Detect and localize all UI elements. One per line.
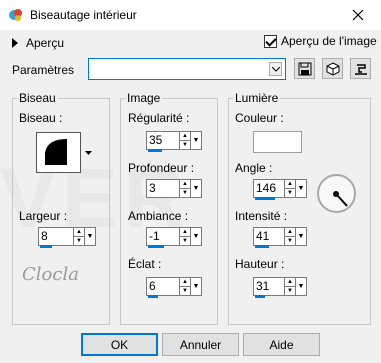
preview-toggle[interactable]: Aperçu: [12, 36, 64, 50]
cancel-button[interactable]: Annuler: [162, 333, 239, 356]
close-button[interactable]: [335, 0, 381, 30]
depth-label: Profondeur :: [128, 161, 195, 175]
close-icon: [352, 9, 364, 21]
angle-input[interactable]: 146: [253, 179, 285, 200]
smoothness-stepper[interactable]: 35 ▲ ▼ ▼: [146, 131, 202, 152]
width-slider-button[interactable]: ▼: [85, 227, 96, 246]
help-button[interactable]: Aide: [243, 333, 320, 356]
preview-label: Aperçu: [26, 36, 65, 50]
depth-spin-buttons[interactable]: ▲ ▼: [180, 179, 191, 198]
width-stepper[interactable]: 8 ▲ ▼ ▼: [38, 227, 96, 248]
intensity-slider-button[interactable]: ▼: [296, 227, 307, 246]
title-bar: Biseautage intérieur: [0, 0, 381, 30]
save-preset-button[interactable]: [294, 58, 315, 79]
ambience-slider-button[interactable]: ▼: [191, 227, 202, 246]
intensity-input[interactable]: 41: [253, 227, 285, 248]
depth-input[interactable]: 3: [146, 179, 180, 198]
chevron-down-icon[interactable]: [269, 62, 282, 76]
elevation-label: Hauteur :: [235, 257, 285, 271]
light-group-title: Lumière: [233, 91, 281, 105]
smoothness-slider-button[interactable]: ▼: [191, 131, 202, 150]
ambience-value: -1: [149, 229, 160, 243]
reset-icon: [354, 63, 367, 75]
shininess-stepper[interactable]: 6 ▲ ▼ ▼: [146, 277, 202, 298]
depth-slider-button[interactable]: ▼: [191, 179, 202, 198]
intensity-value: 41: [256, 229, 270, 243]
smoothness-label: Régularité :: [128, 111, 190, 125]
shininess-slider-button[interactable]: ▼: [191, 277, 202, 296]
width-spin-buttons[interactable]: ▲ ▼: [74, 227, 85, 246]
elevation-stepper[interactable]: 31 ▲ ▼ ▼: [253, 277, 307, 298]
intensity-spin-buttons[interactable]: ▲ ▼: [285, 227, 296, 246]
angle-dial-needle-icon: [333, 191, 348, 207]
presets-dropdown[interactable]: [88, 58, 286, 80]
intensity-label: Intensité :: [235, 209, 288, 223]
elevation-input[interactable]: 31: [253, 277, 285, 298]
angle-spin-buttons[interactable]: ▲ ▼: [285, 179, 296, 198]
preview-image-checkbox[interactable]: Aperçu de l'image: [264, 34, 377, 48]
color-label: Couleur :: [235, 111, 284, 125]
ok-button[interactable]: OK: [81, 333, 158, 356]
light-color-swatch[interactable]: [253, 131, 302, 153]
elevation-value: 31: [256, 279, 270, 293]
angle-value: 146: [256, 181, 277, 195]
elevation-slider-button[interactable]: ▼: [296, 277, 307, 296]
bevel-dropdown-button[interactable]: [81, 132, 95, 173]
bevel-label: Biseau :: [19, 111, 63, 125]
ambience-stepper[interactable]: -1 ▲ ▼ ▼: [146, 227, 202, 248]
save-icon: [298, 62, 311, 75]
random-button[interactable]: [322, 58, 343, 79]
presets-label: Paramètres: [12, 63, 75, 77]
dice-icon: [326, 61, 339, 76]
width-input[interactable]: 8: [38, 227, 74, 248]
window-title: Biseautage intérieur: [30, 8, 137, 22]
smoothness-value: 35: [149, 133, 163, 147]
dialog-window: VER Clocla Biseautage intérieur Aperçu A…: [0, 0, 381, 363]
smoothness-spin-buttons[interactable]: ▲ ▼: [180, 131, 191, 150]
angle-stepper[interactable]: 146 ▲ ▼ ▼: [253, 179, 307, 200]
elevation-spin-buttons[interactable]: ▲ ▼: [285, 277, 296, 296]
ambience-label: Ambiance :: [128, 209, 189, 223]
shininess-input[interactable]: 6: [146, 277, 180, 298]
intensity-stepper[interactable]: 41 ▲ ▼ ▼: [253, 227, 307, 248]
angle-slider-button[interactable]: ▼: [296, 179, 307, 198]
bevel-shape-preview[interactable]: [36, 132, 81, 173]
width-label: Largeur :: [19, 209, 68, 223]
ambience-spin-buttons[interactable]: ▲ ▼: [180, 227, 191, 246]
bevel-shape-icon: [45, 139, 67, 165]
depth-stepper[interactable]: 3 ▲ ▼ ▼: [146, 179, 202, 198]
bevel-group-title: Biseau: [17, 91, 58, 105]
dropdown-arrow-icon: [84, 150, 92, 155]
shininess-spin-buttons[interactable]: ▲ ▼: [180, 277, 191, 296]
smoothness-input[interactable]: 35: [146, 131, 180, 152]
angle-label: Angle :: [235, 161, 273, 175]
depth-value: 3: [149, 181, 156, 195]
width-value: 8: [41, 229, 48, 243]
reset-button[interactable]: [350, 58, 371, 79]
expand-arrow-icon: [12, 38, 18, 48]
ambience-input[interactable]: -1: [146, 227, 180, 248]
shininess-label: Éclat :: [128, 257, 162, 271]
image-group-title: Image: [125, 91, 163, 105]
psp-icon: [9, 9, 22, 21]
preview-image-label: Aperçu de l'image: [281, 34, 377, 48]
shininess-value: 6: [149, 279, 156, 293]
checkbox-checked-icon[interactable]: [264, 34, 277, 48]
angle-dial[interactable]: [317, 174, 356, 213]
